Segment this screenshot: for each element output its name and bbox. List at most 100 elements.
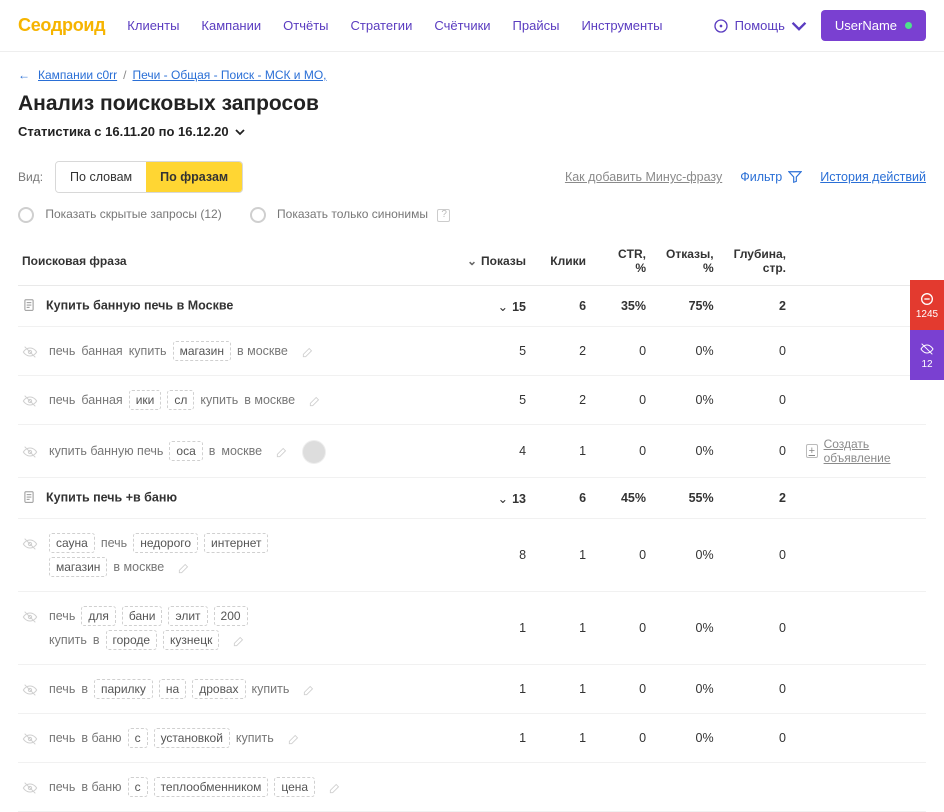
table-row[interactable]: печьбаннаякупитьмагазинв москве5200%0: [18, 327, 926, 376]
table-group-row[interactable]: Купить банную печь в Москве15635%75%2: [18, 286, 926, 327]
minus-word-tag[interactable]: 200: [214, 606, 248, 626]
minus-word-tag[interactable]: интернет: [204, 533, 268, 553]
eye-off-icon[interactable]: [22, 344, 38, 360]
col-bounce[interactable]: Отказы, %: [656, 237, 724, 286]
alerts-badge[interactable]: 1245: [910, 280, 944, 330]
hidden-badge[interactable]: 12: [910, 330, 944, 380]
breadcrumb-campaign-name[interactable]: Печи - Общая - Поиск - МСК и МО,: [132, 68, 326, 82]
cell-depth: 0: [724, 327, 796, 376]
cell-ctr: 0: [596, 665, 656, 714]
nav-prices[interactable]: Прайсы: [513, 18, 560, 33]
breadcrumb-campaigns[interactable]: Кампании c0rr: [38, 68, 117, 82]
minus-word-tag[interactable]: сауна: [49, 533, 95, 553]
minus-word-tag[interactable]: ики: [129, 390, 162, 410]
minus-word-tag[interactable]: магазин: [49, 557, 107, 577]
edit-icon[interactable]: [287, 732, 301, 746]
edit-icon[interactable]: [177, 561, 191, 575]
phrase-cell[interactable]: саунапечьнедорогоинтернетмагазинв москве: [18, 519, 457, 592]
date-range-selector[interactable]: Статистика с 16.11.20 по 16.12.20: [18, 124, 926, 139]
eye-off-icon[interactable]: [22, 609, 38, 625]
minus-word-tag[interactable]: парилку: [94, 679, 153, 699]
nav-reports[interactable]: Отчёты: [283, 18, 328, 33]
phrase-cell[interactable]: печьв банюсустановкойкупить: [18, 714, 457, 763]
minus-word-tag[interactable]: с: [128, 777, 148, 797]
page-title: Анализ поисковых запросов: [18, 92, 926, 116]
phrase-cell[interactable]: Купить печь +в баню: [18, 478, 457, 519]
edit-icon[interactable]: [301, 345, 315, 359]
minus-word-tag[interactable]: цена: [274, 777, 315, 797]
phrase-cell[interactable]: печьбаннаяикислкупитьв москве: [18, 376, 457, 425]
minus-word-tag[interactable]: теплообменником: [154, 777, 269, 797]
minus-word-tag[interactable]: бани: [122, 606, 163, 626]
options-row: Показать скрытые запросы (12) Показать т…: [18, 207, 926, 223]
edit-icon[interactable]: [232, 634, 246, 648]
minus-word-tag[interactable]: оса: [169, 441, 202, 461]
history-link[interactable]: История действий: [820, 170, 926, 184]
view-by-phrases-button[interactable]: По фразам: [146, 162, 242, 192]
nav-strategies[interactable]: Стратегии: [351, 18, 413, 33]
phrase-cell[interactable]: купить банную печьосавмоскве: [18, 425, 457, 478]
create-ad-link[interactable]: +Создать объявление: [806, 437, 916, 465]
phrase-cell[interactable]: печьв банюстеплообменникомцена: [18, 763, 457, 812]
logo[interactable]: Сеодроид: [18, 15, 105, 36]
minus-word-tag[interactable]: на: [159, 679, 186, 699]
minus-word-tag[interactable]: недорого: [133, 533, 198, 553]
user-menu-button[interactable]: UserName: [821, 10, 926, 41]
help-hint-icon[interactable]: [437, 209, 450, 222]
col-clicks[interactable]: Клики: [536, 237, 596, 286]
minus-word-tag[interactable]: дровах: [192, 679, 245, 699]
edit-icon[interactable]: [328, 781, 342, 795]
help-menu[interactable]: Помощь: [713, 18, 807, 34]
minus-word-tag[interactable]: для: [81, 606, 116, 626]
table-row[interactable]: печьв банюстеплообменникомцена: [18, 763, 926, 812]
phrase-cell[interactable]: печьвпарилкунадровахкупить: [18, 665, 457, 714]
nav-campaigns[interactable]: Кампании: [201, 18, 261, 33]
cell-depth: 0: [724, 714, 796, 763]
table-row[interactable]: печьбаннаяикислкупитьв москве5200%0: [18, 376, 926, 425]
nav-tools[interactable]: Инструменты: [581, 18, 662, 33]
minus-word-tag[interactable]: магазин: [173, 341, 231, 361]
minus-word-tag[interactable]: сл: [167, 390, 194, 410]
view-by-words-button[interactable]: По словам: [56, 162, 146, 192]
minus-word-tag[interactable]: кузнецк: [163, 630, 219, 650]
minus-word-tag[interactable]: с: [128, 728, 148, 748]
eye-off-icon[interactable]: [22, 444, 38, 460]
col-impressions[interactable]: Показы: [457, 237, 536, 286]
back-arrow-icon[interactable]: ←: [18, 68, 30, 82]
table-row[interactable]: купить банную печьосавмоскве4100%0+Созда…: [18, 425, 926, 478]
nav-clients[interactable]: Клиенты: [127, 18, 179, 33]
edit-icon[interactable]: [275, 445, 289, 459]
query-word: в баню: [81, 731, 121, 745]
edit-icon[interactable]: [302, 683, 316, 697]
table-row[interactable]: саунапечьнедорогоинтернетмагазинв москве…: [18, 519, 926, 592]
phrase-cell[interactable]: печьбаннаякупитьмагазинв москве: [18, 327, 457, 376]
eye-off-icon[interactable]: [22, 682, 38, 698]
minus-word-tag[interactable]: установкой: [154, 728, 230, 748]
table-row[interactable]: печьвпарилкунадровахкупить1100%0: [18, 665, 926, 714]
minus-word-tag[interactable]: элит: [168, 606, 207, 626]
eye-off-icon[interactable]: [22, 393, 38, 409]
col-depth[interactable]: Глубина, стр.: [724, 237, 796, 286]
show-synonyms-toggle[interactable]: Показать только синонимы: [250, 207, 451, 223]
nav-counters[interactable]: Счётчики: [434, 18, 490, 33]
query-word: печь: [49, 780, 75, 794]
table-row[interactable]: печьв банюсустановкойкупить1100%0: [18, 714, 926, 763]
eye-off-icon[interactable]: [22, 536, 38, 552]
eye-off-icon[interactable]: [22, 731, 38, 747]
cell-clicks: 1: [536, 519, 596, 592]
show-hidden-toggle[interactable]: Показать скрытые запросы (12): [18, 207, 222, 223]
howto-minus-phrase-link[interactable]: Как добавить Минус-фразу: [565, 170, 722, 184]
table-group-row[interactable]: Купить печь +в баню13645%55%2: [18, 478, 926, 519]
col-phrase[interactable]: Поисковая фраза: [18, 237, 457, 286]
eye-off-icon[interactable]: [22, 780, 38, 796]
table-row[interactable]: печьдлябаниэлит200купитьвгородекузнецк11…: [18, 592, 926, 665]
phrase-cell[interactable]: печьдлябаниэлит200купитьвгородекузнецк: [18, 592, 457, 665]
edit-icon[interactable]: [308, 394, 322, 408]
col-ctr[interactable]: CTR, %: [596, 237, 656, 286]
main-nav: Клиенты Кампании Отчёты Стратегии Счётчи…: [127, 18, 662, 33]
show-synonyms-label: Показать только синонимы: [277, 207, 428, 221]
minus-word-tag[interactable]: городе: [106, 630, 158, 650]
filter-button[interactable]: Фильтр: [740, 170, 802, 184]
phrase-cell[interactable]: Купить банную печь в Москве: [18, 286, 457, 327]
cell-actions: [796, 714, 926, 763]
